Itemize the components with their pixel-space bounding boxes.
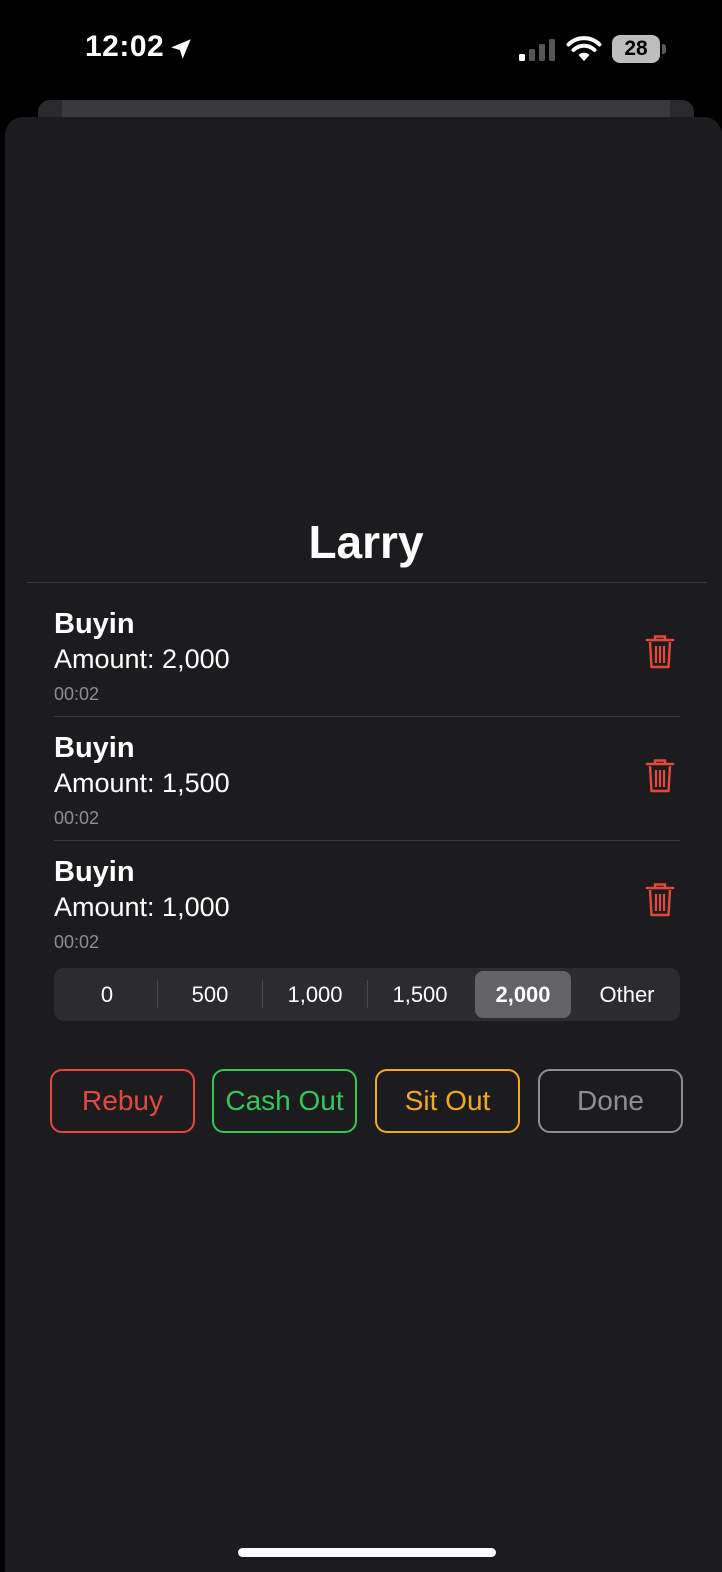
transaction-type: Buyin	[54, 608, 135, 640]
done-button[interactable]: Done	[538, 1069, 683, 1133]
transaction-row: Buyin Amount: 2,000 00:02	[54, 608, 680, 732]
rebuy-button[interactable]: Rebuy	[50, 1069, 195, 1133]
transaction-type: Buyin	[54, 856, 135, 888]
transaction-time: 00:02	[54, 684, 100, 704]
amount-picker: 0 500 1,000 1,500 2,000 Other	[54, 968, 680, 1021]
status-time: 12:02	[85, 30, 165, 63]
status-bar: 12:02 28	[0, 0, 722, 100]
row-divider	[54, 840, 680, 841]
row-divider	[54, 716, 680, 717]
amount-option-other[interactable]: Other	[575, 971, 679, 1018]
transaction-time: 00:02	[54, 808, 100, 828]
transaction-type: Buyin	[54, 732, 135, 764]
transaction-amount: Amount: 2,000	[54, 644, 230, 674]
amount-option-1000[interactable]: 1,000	[263, 971, 367, 1018]
cash-out-button[interactable]: Cash Out	[212, 1069, 357, 1133]
battery-level: 28	[624, 37, 648, 60]
trash-icon[interactable]	[644, 758, 676, 794]
cellular-signal-icon	[519, 39, 555, 61]
trash-icon[interactable]	[644, 634, 676, 670]
battery-icon: 28	[612, 35, 668, 63]
wifi-icon	[566, 36, 602, 61]
home-indicator	[238, 1548, 496, 1557]
location-arrow-icon	[171, 39, 191, 59]
transaction-amount: Amount: 1,500	[54, 768, 230, 798]
trash-icon[interactable]	[644, 882, 676, 918]
amount-option-500[interactable]: 500	[158, 971, 262, 1018]
transaction-amount: Amount: 1,000	[54, 892, 230, 922]
player-name-title: Larry	[308, 516, 424, 568]
amount-option-0[interactable]: 0	[57, 971, 157, 1018]
transaction-row: Buyin Amount: 1,000 00:02	[54, 856, 680, 980]
amount-option-1500[interactable]: 1,500	[368, 971, 472, 1018]
sit-out-button[interactable]: Sit Out	[375, 1069, 520, 1133]
transaction-time: 00:02	[54, 932, 100, 952]
transaction-row: Buyin Amount: 1,500 00:02	[54, 732, 680, 856]
title-divider	[27, 582, 707, 583]
amount-option-2000[interactable]: 2,000	[475, 971, 571, 1018]
